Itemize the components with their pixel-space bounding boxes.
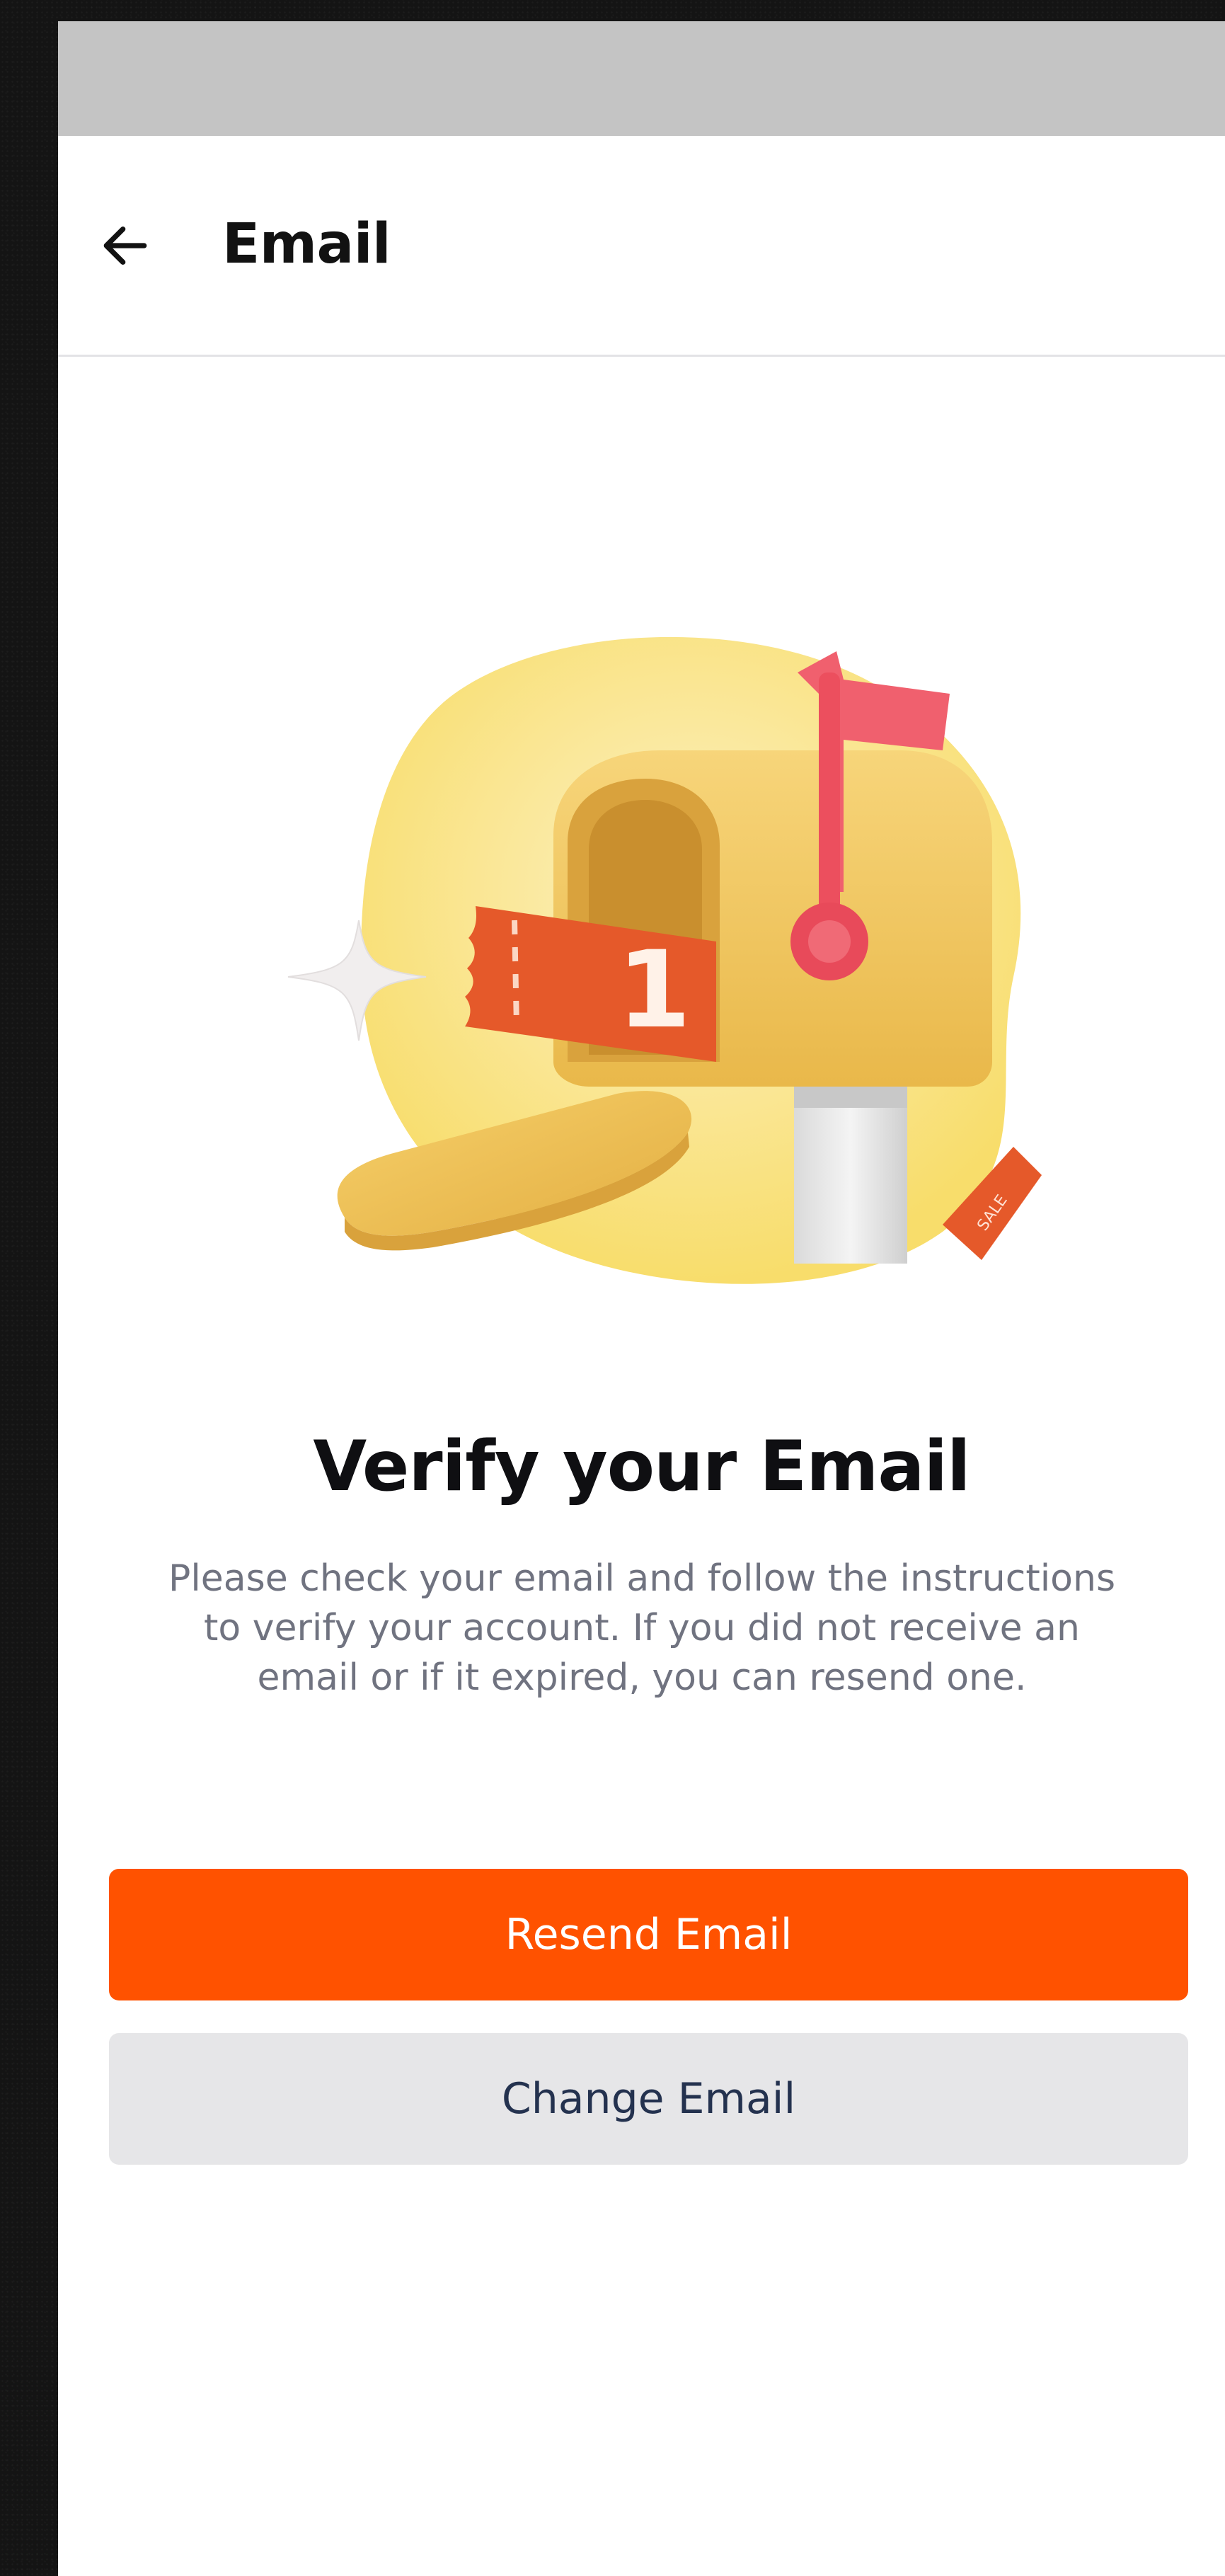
app-header: Email bbox=[58, 136, 1225, 357]
phone-screen: Email 1 SALE Verify your Email Please ch… bbox=[58, 21, 1225, 2576]
change-email-button[interactable]: Change Email bbox=[109, 2033, 1188, 2165]
arrow-left-icon bbox=[103, 227, 147, 265]
verify-description: Please check your email and follow the i… bbox=[168, 1557, 1116, 1699]
status-bar bbox=[58, 21, 1225, 136]
page-title: Email bbox=[222, 212, 391, 276]
back-button[interactable] bbox=[86, 207, 164, 285]
ticket-number: 1 bbox=[617, 929, 691, 1052]
mailbox-illustration: 1 SALE bbox=[221, 609, 1141, 1324]
mailbox-icon: 1 SALE bbox=[287, 636, 1042, 1284]
verify-title: Verify your Email bbox=[313, 1426, 970, 1507]
resend-email-button[interactable]: Resend Email bbox=[109, 1869, 1188, 2000]
